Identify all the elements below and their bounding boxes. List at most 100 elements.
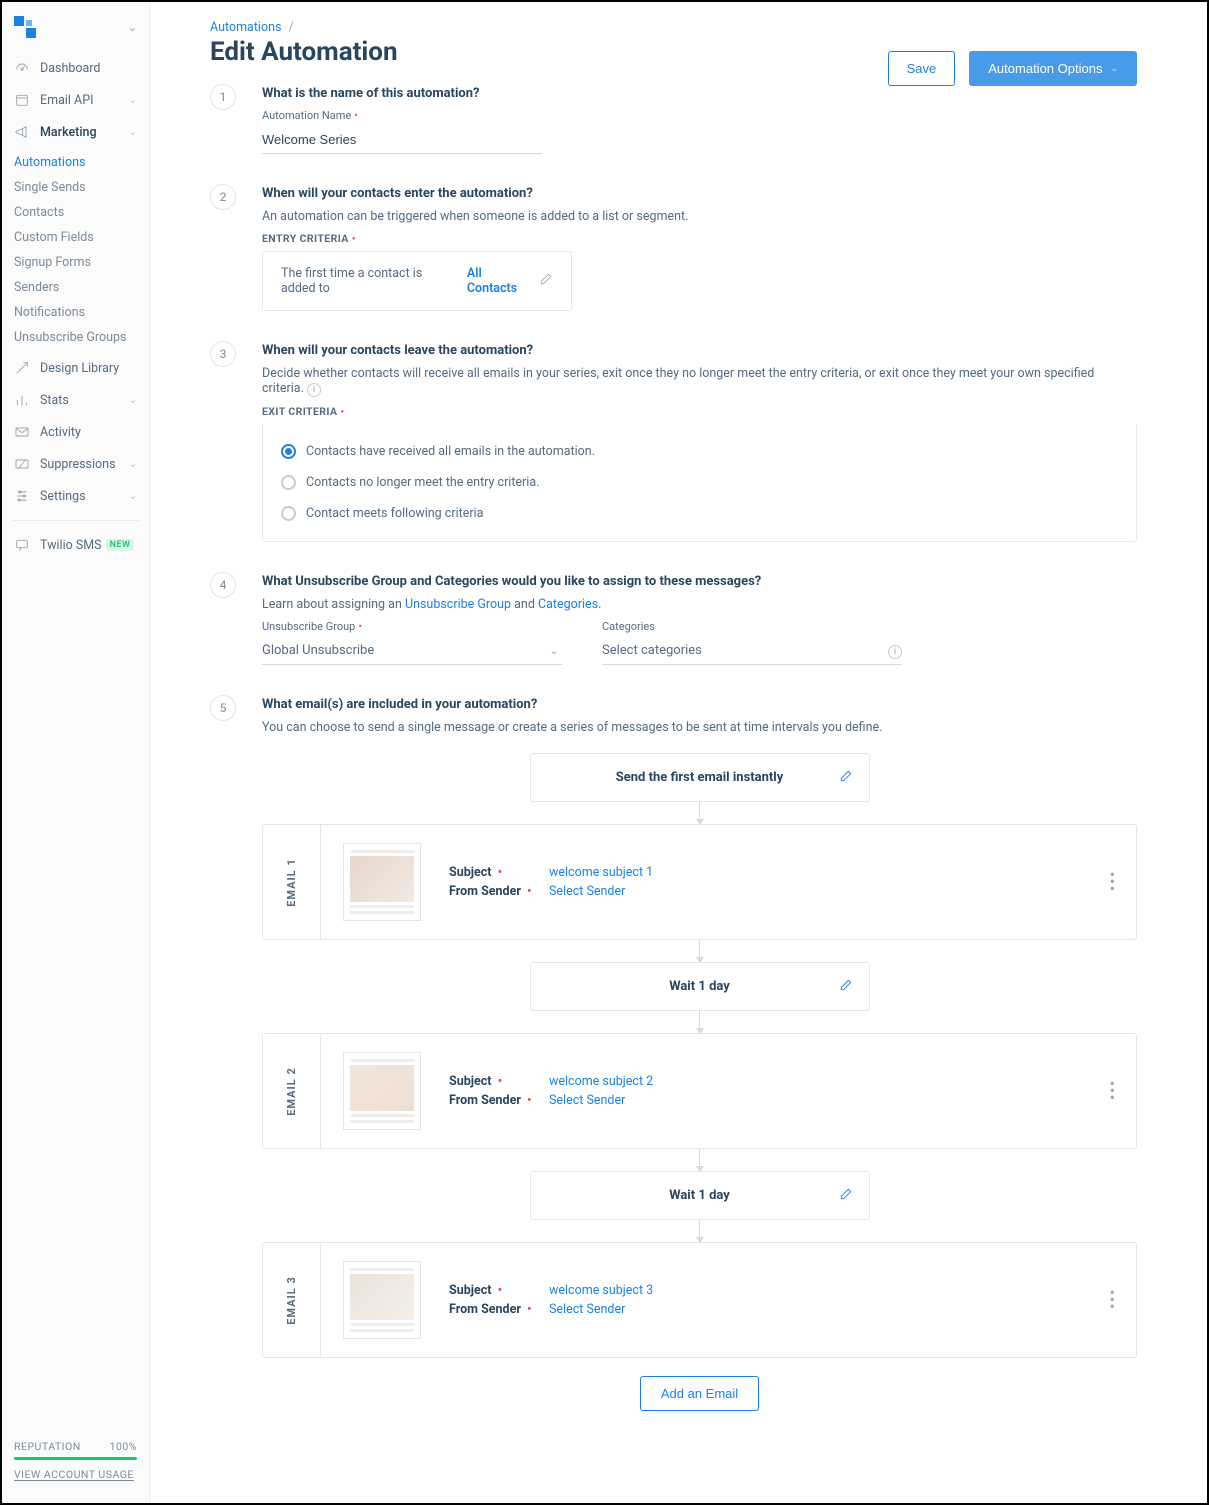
sidebar-sub-notifications[interactable]: Notifications bbox=[2, 300, 149, 325]
sidebar-item-marketing[interactable]: Marketing ⌄ bbox=[2, 116, 149, 148]
exit-option-1[interactable]: Contacts no longer meet the entry criter… bbox=[281, 467, 1118, 498]
account-switcher-chevron[interactable]: ⌄ bbox=[128, 21, 137, 34]
timing-label: Wait 1 day bbox=[669, 979, 730, 994]
required-asterisk: • bbox=[352, 232, 356, 245]
sidebar-label: Activity bbox=[40, 425, 81, 440]
sidebar-item-stats[interactable]: Stats ⌄ bbox=[2, 384, 149, 416]
exit-option-0[interactable]: Contacts have received all emails in the… bbox=[281, 436, 1118, 467]
sidebar-sub-single-sends[interactable]: Single Sends bbox=[2, 175, 149, 200]
required-asterisk: • bbox=[524, 1093, 532, 1108]
sidebar-sub-label: Signup Forms bbox=[14, 255, 91, 270]
exit-criteria-label: EXIT CRITERIA• bbox=[262, 405, 1137, 418]
sidebar: ⌄ Dashboard Email API ⌄ Marketing ⌄ Auto… bbox=[2, 2, 150, 1503]
categories-select[interactable]: Categories Select categories i bbox=[602, 620, 902, 665]
from-sender-value[interactable]: Select Sender bbox=[549, 1093, 625, 1108]
k-text: From Sender bbox=[449, 1302, 521, 1317]
unsubscribe-group-select[interactable]: Unsubscribe Group• Global Unsubscribe ⌄ bbox=[262, 620, 562, 665]
edit-icon[interactable] bbox=[839, 978, 853, 996]
sidebar-item-dashboard[interactable]: Dashboard bbox=[2, 52, 149, 84]
label-text: ENTRY CRITERIA bbox=[262, 232, 349, 245]
sidebar-sub-custom-fields[interactable]: Custom Fields bbox=[2, 225, 149, 250]
sidebar-sub-senders[interactable]: Senders bbox=[2, 275, 149, 300]
sidebar-item-twilio-sms[interactable]: Twilio SMS NEW bbox=[2, 529, 149, 561]
entry-criteria-box[interactable]: The first time a contact is added to All… bbox=[262, 251, 572, 311]
page-title: Edit Automation bbox=[210, 37, 398, 67]
sidebar-sub-unsubscribe-groups[interactable]: Unsubscribe Groups bbox=[2, 325, 149, 350]
chevron-down-icon: ⌄ bbox=[129, 95, 137, 106]
radio-icon bbox=[281, 444, 296, 459]
sidebar-sub-label: Senders bbox=[14, 280, 59, 295]
edit-icon[interactable] bbox=[539, 272, 553, 290]
email-menu-icon[interactable]: ••• bbox=[1110, 1288, 1114, 1312]
chevron-down-icon: ⌄ bbox=[129, 127, 137, 138]
desc-text: Learn about assigning an bbox=[262, 597, 405, 612]
sidebar-sub-contacts[interactable]: Contacts bbox=[2, 200, 149, 225]
side-text: EMAIL 1 bbox=[285, 858, 298, 907]
step-5: 5 What email(s) are included in your aut… bbox=[210, 697, 1137, 1411]
sidebar-item-design-library[interactable]: Design Library bbox=[2, 352, 149, 384]
entry-text: The first time a contact is added to bbox=[281, 266, 457, 296]
subject-value[interactable]: welcome subject 3 bbox=[549, 1283, 653, 1298]
email-thumbnail[interactable] bbox=[343, 1261, 421, 1339]
automation-options-button[interactable]: Automation Options ⌄ bbox=[969, 51, 1137, 86]
k-text: Subject bbox=[449, 1283, 491, 1298]
desc-text: Decide whether contacts will receive all… bbox=[262, 366, 1094, 396]
email-thumbnail[interactable] bbox=[343, 1052, 421, 1130]
categories-value: Select categories bbox=[602, 639, 902, 665]
step-3: 3 When will your contacts leave the auto… bbox=[210, 343, 1137, 542]
add-email-label: Add an Email bbox=[661, 1386, 738, 1401]
entry-criteria-label: ENTRY CRITERIA• bbox=[262, 232, 1137, 245]
categories-label: Categories bbox=[602, 620, 902, 633]
sidebar-sub-label: Contacts bbox=[14, 205, 64, 220]
from-sender-value[interactable]: Select Sender bbox=[549, 1302, 625, 1317]
add-email-button[interactable]: Add an Email bbox=[640, 1376, 759, 1411]
from-sender-value[interactable]: Select Sender bbox=[549, 884, 625, 899]
step-number: 3 bbox=[210, 341, 236, 367]
exit-option-2[interactable]: Contact meets following criteria bbox=[281, 498, 1118, 529]
entry-list-link[interactable]: All Contacts bbox=[467, 266, 529, 296]
sidebar-sub-label: Unsubscribe Groups bbox=[14, 330, 127, 345]
step-2: 2 When will your contacts enter the auto… bbox=[210, 186, 1137, 311]
timing-wait-2[interactable]: Wait 1 day bbox=[530, 1171, 870, 1220]
radio-label: Contacts no longer meet the entry criter… bbox=[306, 475, 539, 490]
step-number: 2 bbox=[210, 184, 236, 210]
email-menu-icon[interactable]: ••• bbox=[1110, 870, 1114, 894]
sidebar-sub-automations[interactable]: Automations bbox=[2, 150, 149, 175]
required-asterisk: • bbox=[340, 405, 344, 418]
sidebar-label: Marketing bbox=[40, 125, 97, 140]
sidebar-item-suppressions[interactable]: Suppressions ⌄ bbox=[2, 448, 149, 480]
view-usage-link[interactable]: VIEW ACCOUNT USAGE bbox=[14, 1468, 134, 1481]
info-icon[interactable]: i bbox=[307, 383, 321, 397]
new-badge: NEW bbox=[106, 539, 135, 551]
sidebar-label: Settings bbox=[40, 489, 86, 504]
timing-wait-1[interactable]: Wait 1 day bbox=[530, 962, 870, 1011]
unsub-group-link[interactable]: Unsubscribe Group bbox=[405, 597, 511, 612]
radio-icon bbox=[281, 506, 296, 521]
save-button[interactable]: Save bbox=[888, 51, 956, 86]
timing-label: Send the first email instantly bbox=[616, 770, 784, 785]
categories-link[interactable]: Categories bbox=[538, 597, 598, 612]
sidebar-item-settings[interactable]: Settings ⌄ bbox=[2, 480, 149, 512]
email-menu-icon[interactable]: ••• bbox=[1110, 1079, 1114, 1103]
subject-value[interactable]: welcome subject 1 bbox=[549, 865, 653, 880]
edit-icon[interactable] bbox=[839, 1187, 853, 1205]
radio-icon bbox=[281, 475, 296, 490]
sidebar-item-activity[interactable]: Activity bbox=[2, 416, 149, 448]
email-thumbnail[interactable] bbox=[343, 843, 421, 921]
sidebar-sub-signup-forms[interactable]: Signup Forms bbox=[2, 250, 149, 275]
chevron-down-icon: ⌄ bbox=[1110, 63, 1118, 74]
edit-icon[interactable] bbox=[839, 769, 853, 787]
step-description: Learn about assigning an Unsubscribe Gro… bbox=[262, 597, 1137, 612]
brand-logo[interactable] bbox=[14, 16, 36, 38]
megaphone-icon bbox=[14, 124, 30, 140]
subject-value[interactable]: welcome subject 2 bbox=[549, 1074, 653, 1089]
desc-text: . bbox=[598, 597, 601, 612]
automation-name-input[interactable] bbox=[262, 128, 542, 154]
timing-first[interactable]: Send the first email instantly bbox=[530, 753, 870, 802]
side-text: EMAIL 3 bbox=[285, 1276, 298, 1325]
breadcrumb-root[interactable]: Automations bbox=[210, 20, 281, 35]
email-card-2: EMAIL 2 Subject • welcome subject 2 From… bbox=[262, 1033, 1137, 1149]
sidebar-item-email-api[interactable]: Email API ⌄ bbox=[2, 84, 149, 116]
required-asterisk: • bbox=[358, 620, 362, 633]
info-icon[interactable]: i bbox=[888, 645, 902, 659]
